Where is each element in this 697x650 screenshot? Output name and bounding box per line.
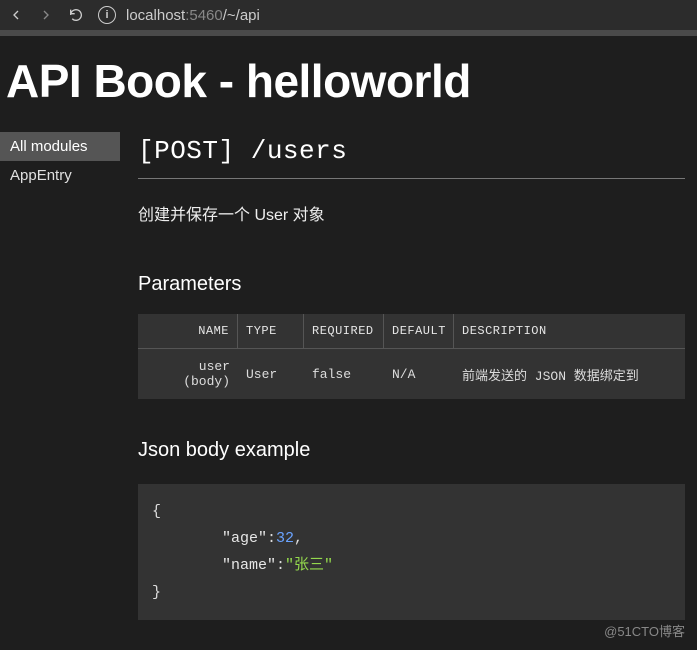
json-line: "age":32, — [152, 525, 671, 552]
table-row: user (body) User false N/A 前端发送的 JSON 数据… — [138, 349, 685, 399]
page-title: API Book - helloworld — [0, 36, 697, 128]
json-key: "name" — [222, 557, 276, 574]
watermark: @51CTO博客 — [604, 621, 685, 640]
browser-toolbar: i localhost:5460/~/api — [0, 0, 697, 30]
col-name: NAME — [138, 314, 238, 348]
cell-name: user (body) — [138, 349, 238, 399]
content-layout: All modules AppEntry [POST] /users 创建并保存… — [0, 128, 697, 620]
col-type: TYPE — [238, 314, 304, 348]
http-method: [POST] — [138, 136, 235, 166]
url-port: :5460 — [185, 7, 223, 24]
col-description: DESCRIPTION — [454, 314, 685, 348]
endpoint-path: /users — [235, 136, 348, 166]
json-value-str: "张三" — [285, 557, 333, 574]
comma: , — [294, 530, 303, 547]
cell-required: false — [304, 357, 384, 392]
main-content: [POST] /users 创建并保存一个 User 对象 Parameters… — [120, 128, 697, 620]
forward-icon[interactable] — [38, 7, 54, 23]
brace-close: } — [152, 579, 671, 606]
parameters-table: NAME TYPE REQUIRED DEFAULT DESCRIPTION u… — [138, 314, 685, 399]
reload-icon[interactable] — [68, 7, 84, 23]
json-value-num: 32 — [276, 530, 294, 547]
parameters-heading: Parameters — [138, 273, 685, 296]
sidebar: All modules AppEntry — [0, 128, 120, 620]
table-header-row: NAME TYPE REQUIRED DEFAULT DESCRIPTION — [138, 314, 685, 349]
json-example-code: { "age":32, "name":"张三" } — [138, 484, 685, 620]
col-default: DEFAULT — [384, 314, 454, 348]
endpoint-description: 创建并保存一个 User 对象 — [138, 201, 685, 225]
sidebar-item-all-modules[interactable]: All modules — [0, 132, 120, 161]
cell-default: N/A — [384, 357, 454, 392]
url-text: localhost:5460/~/api — [126, 7, 260, 24]
cell-type: User — [238, 357, 304, 392]
url-host: localhost — [126, 7, 185, 24]
json-line: "name":"张三" — [152, 552, 671, 579]
brace-open: { — [152, 498, 671, 525]
info-icon[interactable]: i — [98, 6, 116, 24]
back-icon[interactable] — [8, 7, 24, 23]
sidebar-item-appentry[interactable]: AppEntry — [0, 161, 120, 190]
colon: : — [267, 530, 276, 547]
endpoint-title: [POST] /users — [138, 128, 685, 179]
colon: : — [276, 557, 285, 574]
json-example-heading: Json body example — [138, 439, 685, 462]
address-bar[interactable]: i localhost:5460/~/api — [98, 6, 260, 24]
json-key: "age" — [222, 530, 267, 547]
url-path: /~/api — [223, 7, 260, 24]
col-required: REQUIRED — [304, 314, 384, 348]
cell-description: 前端发送的 JSON 数据绑定到 — [454, 355, 685, 394]
